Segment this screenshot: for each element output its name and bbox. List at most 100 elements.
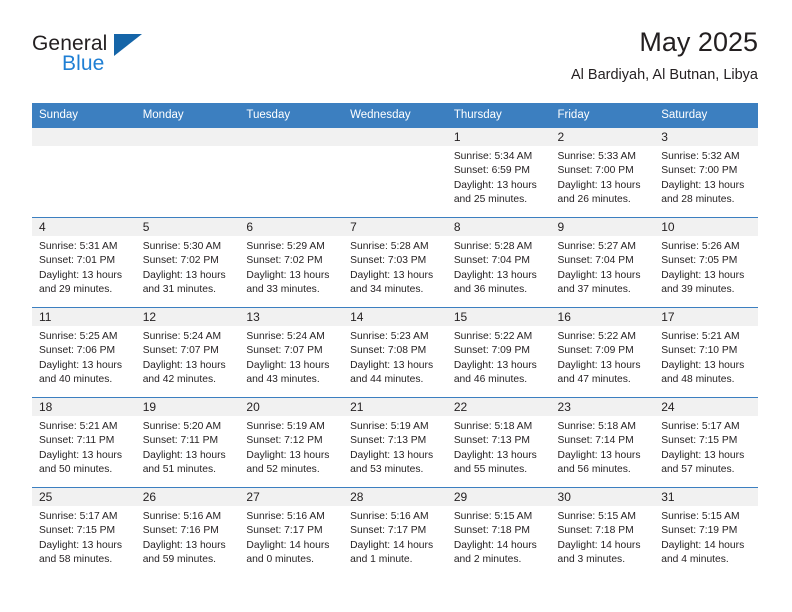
calendar-day-cell[interactable]: 10 Sunrise: 5:26 AM Sunset: 7:05 PM Dayligh… (654, 217, 758, 308)
sunset-time: Sunset: 7:04 PM (453, 255, 530, 267)
calendar-day-cell[interactable]: 19 Sunrise: 5:20 AM Sunset: 7:11 PM Dayligh… (135, 397, 240, 488)
calendar-day-cell[interactable]: 1 Sunrise: 5:34 AM Sunset: 6:59 PM Daylight… (446, 127, 551, 218)
daylight-duration-line2: and 57 minutes. (661, 464, 735, 476)
sunset-time: Sunset: 7:14 PM (557, 435, 634, 447)
sunset-time: Sunset: 7:04 PM (557, 255, 634, 267)
sunrise-time: Sunrise: 5:30 AM (142, 241, 222, 252)
calendar-day-cell[interactable]: 14 Sunrise: 5:23 AM Sunset: 7:08 PM Dayligh… (343, 307, 447, 398)
sunset-time: Sunset: 7:13 PM (453, 435, 530, 447)
day-details: Sunrise: 5:32 AM Sunset: 7:00 PM Daylight:… (654, 146, 758, 208)
daylight-duration-line2: and 40 minutes. (39, 374, 113, 386)
day-details: Sunrise: 5:18 AM Sunset: 7:13 PM Daylight:… (447, 416, 551, 478)
daylight-duration-line2: and 59 minutes. (142, 554, 216, 566)
calendar-day-cell[interactable]: 8 Sunrise: 5:28 AM Sunset: 7:04 PM Daylight… (446, 217, 551, 308)
calendar-day-cell[interactable]: 21 Sunrise: 5:19 AM Sunset: 7:13 PM Dayligh… (343, 397, 447, 488)
daylight-duration-line2: and 47 minutes. (557, 374, 631, 386)
daylight-duration-line2: and 33 minutes. (246, 284, 320, 296)
daylight-duration-line2: and 39 minutes. (661, 284, 735, 296)
calendar-day-cell[interactable]: 2 Sunrise: 5:33 AM Sunset: 7:00 PM Daylight… (550, 127, 655, 218)
day-details: Sunrise: 5:19 AM Sunset: 7:13 PM Daylight:… (343, 416, 447, 478)
calendar-day-cell[interactable]: 11 Sunrise: 5:25 AM Sunset: 7:06 PM Dayligh… (32, 307, 136, 398)
day-number: 13 (239, 308, 344, 326)
sunrise-time: Sunrise: 5:22 AM (453, 331, 533, 342)
day-number: 3 (654, 128, 758, 146)
calendar-day-cell[interactable]: 17 Sunrise: 5:21 AM Sunset: 7:10 PM Dayligh… (654, 307, 758, 398)
weekday-header-thursday: Thursday (446, 103, 551, 128)
day-number: 8 (446, 218, 551, 236)
sunrise-time: Sunrise: 5:33 AM (557, 151, 636, 162)
sunrise-time: Sunrise: 5:27 AM (557, 241, 636, 252)
calendar-page: General Blue May 2025 Al Bardiyah, Al Bu… (0, 0, 792, 612)
day-number: 26 (135, 488, 240, 506)
calendar-day-cell[interactable]: 31 Sunrise: 5:15 AM Sunset: 7:19 PM Dayligh… (654, 487, 758, 577)
calendar-day-cell[interactable]: 15 Sunrise: 5:22 AM Sunset: 7:09 PM Dayligh… (446, 307, 551, 398)
daylight-duration-line1: Daylight: 13 hours (661, 359, 745, 371)
daylight-duration-line1: Daylight: 13 hours (661, 449, 745, 461)
calendar-day-cell[interactable]: 5 Sunrise: 5:30 AM Sunset: 7:02 PM Daylight… (135, 217, 240, 308)
calendar-day-cell[interactable]: 25 Sunrise: 5:17 AM Sunset: 7:15 PM Dayligh… (32, 487, 136, 577)
daylight-duration-line2: and 52 minutes. (246, 464, 320, 476)
sunrise-time: Sunrise: 5:22 AM (557, 331, 636, 342)
calendar-header-row: Sunday Monday Tuesday Wednesday Thursday… (32, 103, 758, 128)
calendar-day-cell[interactable]: 12 Sunrise: 5:24 AM Sunset: 7:07 PM Dayligh… (135, 307, 240, 398)
day-details: Sunrise: 5:24 AM Sunset: 7:07 PM Daylight:… (136, 326, 240, 388)
calendar-day-cell[interactable]: 4 Sunrise: 5:31 AM Sunset: 7:01 PM Daylight… (32, 217, 136, 308)
sunset-time: Sunset: 7:10 PM (661, 345, 738, 357)
calendar-day-cell[interactable]: 29 Sunrise: 5:15 AM Sunset: 7:18 PM Dayligh… (446, 487, 551, 577)
daylight-duration-line1: Daylight: 13 hours (350, 449, 434, 461)
daylight-duration-line2: and 48 minutes. (661, 374, 735, 386)
weekday-header-friday: Friday (550, 103, 655, 128)
day-number: 25 (32, 488, 136, 506)
calendar-day-cell[interactable]: 18 Sunrise: 5:21 AM Sunset: 7:11 PM Dayligh… (32, 397, 136, 488)
calendar-day-cell[interactable]: 13 Sunrise: 5:24 AM Sunset: 7:07 PM Dayligh… (239, 307, 344, 398)
calendar-day-cell[interactable]: 3 Sunrise: 5:32 AM Sunset: 7:00 PM Daylight… (654, 127, 758, 218)
calendar-day-cell[interactable]: 27 Sunrise: 5:16 AM Sunset: 7:17 PM Dayligh… (239, 487, 344, 577)
daylight-duration-line1: Daylight: 13 hours (246, 449, 330, 461)
logo-triangle-icon (114, 34, 142, 56)
day-number: 11 (32, 308, 136, 326)
calendar-day-cell[interactable]: 6 Sunrise: 5:29 AM Sunset: 7:02 PM Daylight… (239, 217, 344, 308)
daylight-duration-line1: Daylight: 13 hours (39, 449, 122, 461)
day-details: Sunrise: 5:16 AM Sunset: 7:17 PM Daylight:… (343, 506, 447, 568)
calendar-week-row: 11 Sunrise: 5:25 AM Sunset: 7:06 PM Dayligh… (32, 307, 758, 398)
day-number: 1 (446, 128, 551, 146)
calendar-day-cell[interactable]: 28 Sunrise: 5:16 AM Sunset: 7:17 PM Dayligh… (343, 487, 447, 577)
day-details: Sunrise: 5:30 AM Sunset: 7:02 PM Daylight:… (136, 236, 240, 298)
daylight-duration-line2: and 51 minutes. (142, 464, 216, 476)
daylight-duration-line1: Daylight: 13 hours (142, 269, 226, 281)
calendar-day-cell[interactable]: 20 Sunrise: 5:19 AM Sunset: 7:12 PM Dayligh… (239, 397, 344, 488)
day-details: Sunrise: 5:34 AM Sunset: 6:59 PM Daylight:… (447, 146, 551, 208)
daylight-duration-line2: and 25 minutes. (453, 194, 528, 206)
day-details: Sunrise: 5:27 AM Sunset: 7:04 PM Daylight:… (551, 236, 655, 298)
sunrise-time: Sunrise: 5:21 AM (39, 421, 118, 432)
calendar-day-cell[interactable]: 30 Sunrise: 5:15 AM Sunset: 7:18 PM Dayligh… (550, 487, 655, 577)
sunset-time: Sunset: 7:11 PM (39, 435, 115, 447)
sunset-time: Sunset: 7:18 PM (453, 525, 530, 537)
daylight-duration-line1: Daylight: 14 hours (661, 539, 745, 551)
day-details: Sunrise: 5:17 AM Sunset: 7:15 PM Daylight:… (654, 416, 758, 478)
daylight-duration-line2: and 46 minutes. (453, 374, 528, 386)
day-number: 22 (446, 398, 551, 416)
day-number: 6 (239, 218, 344, 236)
logo-text-blue: Blue (62, 52, 105, 75)
calendar-day-cell[interactable]: 26 Sunrise: 5:16 AM Sunset: 7:16 PM Dayligh… (135, 487, 240, 577)
sunset-time: Sunset: 7:17 PM (350, 525, 427, 537)
sunrise-time: Sunrise: 5:28 AM (350, 241, 429, 252)
daylight-duration-line1: Daylight: 13 hours (453, 359, 537, 371)
sunset-time: Sunset: 7:07 PM (142, 345, 219, 357)
sunrise-time: Sunrise: 5:18 AM (453, 421, 533, 432)
daylight-duration-line1: Daylight: 13 hours (557, 359, 641, 371)
day-number: 23 (550, 398, 655, 416)
sunrise-time: Sunrise: 5:24 AM (142, 331, 222, 342)
calendar-day-cell[interactable]: 24 Sunrise: 5:17 AM Sunset: 7:15 PM Dayligh… (654, 397, 758, 488)
calendar-day-cell[interactable]: 22 Sunrise: 5:18 AM Sunset: 7:13 PM Dayligh… (446, 397, 551, 488)
calendar-day-cell[interactable]: 9 Sunrise: 5:27 AM Sunset: 7:04 PM Daylight… (550, 217, 655, 308)
day-number: 7 (343, 218, 447, 236)
calendar-day-cell[interactable]: 16 Sunrise: 5:22 AM Sunset: 7:09 PM Dayligh… (550, 307, 655, 398)
calendar-day-cell[interactable]: 23 Sunrise: 5:18 AM Sunset: 7:14 PM Dayligh… (550, 397, 655, 488)
day-details: Sunrise: 5:17 AM Sunset: 7:15 PM Daylight:… (32, 506, 136, 568)
sunrise-time: Sunrise: 5:17 AM (39, 511, 118, 522)
sunset-time: Sunset: 7:19 PM (661, 525, 738, 537)
daylight-duration-line1: Daylight: 13 hours (557, 269, 641, 281)
calendar-day-cell[interactable]: 7 Sunrise: 5:28 AM Sunset: 7:03 PM Daylight… (343, 217, 447, 308)
